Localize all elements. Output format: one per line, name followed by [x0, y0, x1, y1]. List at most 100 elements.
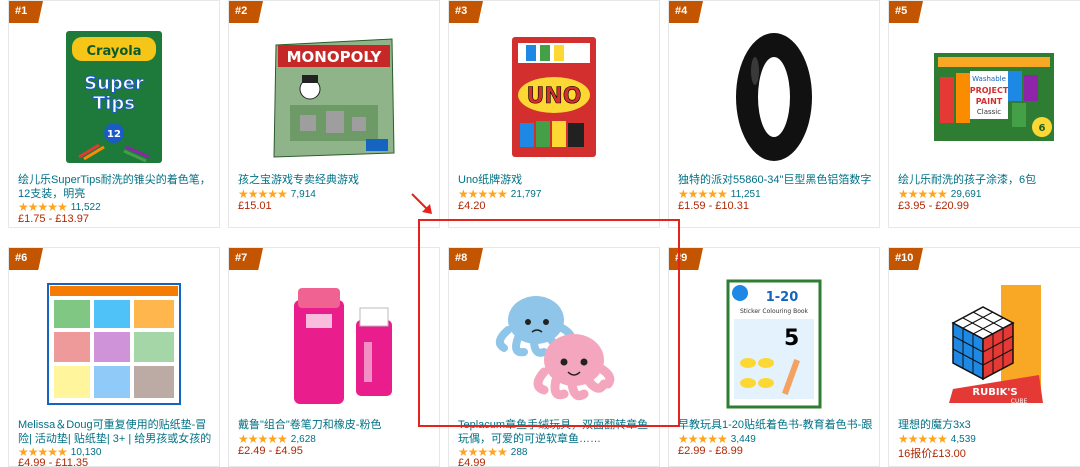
rubiks-cube-icon: RUBIK'S CUBE — [949, 285, 1043, 405]
rank-badge: #6 — [9, 248, 43, 270]
svg-text:Super: Super — [84, 73, 144, 94]
colouring-book-icon: 1-20 Sticker Colouring Book 5 — [726, 279, 822, 409]
product-card-4[interactable]: #4 独特的派对55860-34"巨型黑色铝箔数字0气球 ★★★★★ 11,25… — [668, 0, 880, 228]
svg-text:Tips: Tips — [93, 93, 135, 114]
product-title[interactable]: Melissa＆Doug可重复使用的贴纸垫-冒险| 活动垫| 贴纸垫| 3+ |… — [18, 418, 213, 446]
product-rating[interactable]: ★★★★★ 3,449 — [678, 432, 756, 446]
product-title[interactable]: 孩之宝游戏专卖经典游戏 — [238, 173, 433, 187]
rank-badge: #1 — [9, 1, 43, 23]
star-icons: ★★★★★ — [898, 187, 948, 201]
review-count[interactable]: 10,130 — [71, 447, 102, 458]
product-title[interactable]: 绘儿乐SuperTips耐洗的锥尖的着色笔，12支装，明亮 — [18, 173, 213, 201]
svg-text:Washable: Washable — [972, 75, 1006, 83]
product-card-1[interactable]: #1 Crayola Super Tips 12 绘儿乐SuperTips耐洗的… — [8, 0, 220, 228]
review-count[interactable]: 4,539 — [951, 434, 976, 445]
review-count[interactable]: 3,449 — [731, 434, 756, 445]
uno-box-icon: UNO — [512, 37, 596, 157]
product-price: £4.99 - £11.35 — [18, 457, 89, 467]
zero-balloon-icon — [736, 33, 812, 161]
svg-text:5: 5 — [784, 326, 799, 351]
review-count[interactable]: 2,628 — [291, 434, 316, 445]
product-image[interactable] — [449, 274, 659, 414]
product-rating[interactable]: ★★★★★ 11,522 — [18, 200, 101, 214]
crayola-markers-icon: Crayola Super Tips 12 — [66, 31, 162, 163]
star-icons: ★★★★★ — [678, 187, 728, 201]
svg-text:6: 6 — [1039, 123, 1046, 134]
product-image[interactable] — [229, 274, 439, 414]
product-title[interactable]: 戴鲁"组合"卷笔刀和橡皮-粉色 — [238, 418, 433, 432]
svg-text:MONOPOLY: MONOPOLY — [287, 48, 383, 66]
star-icons: ★★★★★ — [238, 432, 288, 446]
product-card-3[interactable]: #3 UNO Uno纸牌游戏 ★★★★★ 21,797 £4.20 — [448, 0, 660, 228]
product-title[interactable]: 理想的魔方3x3 — [898, 418, 1080, 432]
product-price: £2.49 - £4.95 — [238, 445, 303, 457]
bestseller-grid: #1 Crayola Super Tips 12 绘儿乐SuperTips耐洗的… — [0, 0, 1080, 467]
svg-text:PROJECT: PROJECT — [970, 86, 1009, 95]
pink-sharpener-icon — [294, 288, 392, 404]
product-rating[interactable]: ★★★★★ 4,539 — [898, 432, 976, 446]
product-title[interactable]: 独特的派对55860-34"巨型黑色铝箔数字0气球 — [678, 173, 873, 187]
star-icons: ★★★★★ — [458, 187, 508, 201]
product-price: £4.99 — [458, 457, 486, 467]
product-title[interactable]: 早教玩具1-20贴纸着色书-教育着色书-跟踪和书写…… — [678, 418, 873, 432]
svg-text:Crayola: Crayola — [87, 44, 142, 59]
star-icons: ★★★★★ — [238, 187, 288, 201]
product-image[interactable] — [9, 274, 219, 414]
svg-text:Classic: Classic — [977, 108, 1001, 116]
product-rating[interactable]: ★★★★★ 21,797 — [458, 187, 541, 201]
svg-text:CUBE: CUBE — [1011, 398, 1028, 405]
product-title[interactable]: 绘儿乐耐洗的孩子涂漆，6包 — [898, 173, 1080, 187]
monopoly-box-icon: MONOPOLY — [273, 38, 395, 158]
product-image[interactable]: UNO — [449, 27, 659, 167]
product-card-9[interactable]: #9 1-20 Sticker Colouring Book 5 早教玩具1-2… — [668, 247, 880, 467]
product-rating[interactable]: ★★★★★ 2,628 — [238, 432, 316, 446]
review-count[interactable]: 11,251 — [731, 189, 761, 200]
product-rating[interactable]: ★★★★★ 11,251 — [678, 187, 761, 201]
review-count[interactable]: 21,797 — [511, 189, 542, 200]
product-card-10[interactable]: #10 RUBIK'S CUBE 理想的魔方3x3 ★★★★★ 4,539 16… — [888, 247, 1080, 467]
rank-badge: #4 — [669, 1, 703, 23]
octopus-plush-icon — [495, 296, 615, 401]
product-rating[interactable]: ★★★★★ 7,914 — [238, 187, 316, 201]
rank-badge: #10 — [889, 248, 923, 270]
svg-text:12: 12 — [107, 129, 121, 140]
star-icons: ★★★★★ — [898, 432, 948, 446]
review-count[interactable]: 288 — [511, 447, 528, 458]
svg-text:1-20: 1-20 — [766, 290, 799, 305]
product-image[interactable]: Washable PROJECT PAINT Classic 6 — [889, 27, 1080, 167]
rank-badge: #9 — [669, 248, 703, 270]
review-count[interactable]: 29,691 — [951, 189, 982, 200]
product-price: £2.99 - £8.99 — [678, 445, 743, 457]
product-card-8[interactable]: #8 Teplacum章鱼手绒玩具，双面翻转章鱼玩偶，可爱的可逆软章鱼…… ★★… — [448, 247, 660, 467]
svg-text:UNO: UNO — [527, 84, 582, 109]
product-price: £1.75 - £13.97 — [18, 213, 89, 225]
product-price: £1.59 - £10.31 — [678, 200, 749, 212]
product-price: £3.95 - £20.99 — [898, 200, 969, 212]
rank-badge: #8 — [449, 248, 483, 270]
product-image[interactable]: RUBIK'S CUBE — [889, 274, 1080, 414]
paint-box-icon: Washable PROJECT PAINT Classic 6 — [934, 53, 1054, 141]
svg-text:PAINT: PAINT — [976, 97, 1003, 106]
product-card-6[interactable]: #6 Melissa＆Doug可重复使用的贴纸垫-冒险| 活动垫| 贴纸垫| 3… — [8, 247, 220, 467]
review-count[interactable]: 7,914 — [291, 189, 316, 200]
svg-text:RUBIK'S: RUBIK'S — [972, 387, 1017, 398]
rank-badge: #3 — [449, 1, 483, 23]
product-price: £4.20 — [458, 200, 486, 212]
product-title[interactable]: Uno纸牌游戏 — [458, 173, 653, 187]
product-image[interactable]: Crayola Super Tips 12 — [9, 27, 219, 167]
product-card-7[interactable]: #7 戴鲁"组合"卷笔刀和橡皮-粉色 ★★★★★ 2,628 £2.49 - £… — [228, 247, 440, 467]
product-card-5[interactable]: #5 Washable PROJECT PAINT Classic 6 绘儿乐耐… — [888, 0, 1080, 228]
product-image[interactable]: 1-20 Sticker Colouring Book 5 — [669, 274, 879, 414]
product-price: £15.01 — [238, 200, 272, 212]
product-image[interactable]: MONOPOLY — [229, 27, 439, 167]
annotation-arrow-icon — [411, 193, 432, 214]
product-price: 16报价£13.00 — [898, 448, 966, 460]
star-icons: ★★★★★ — [678, 432, 728, 446]
product-image[interactable] — [669, 27, 879, 167]
rank-badge: #2 — [229, 1, 263, 23]
svg-text:Sticker Colouring Book: Sticker Colouring Book — [740, 308, 809, 315]
product-rating[interactable]: ★★★★★ 29,691 — [898, 187, 981, 201]
rank-badge: #5 — [889, 1, 923, 23]
product-title[interactable]: Teplacum章鱼手绒玩具，双面翻转章鱼玩偶，可爱的可逆软章鱼…… — [458, 418, 653, 446]
review-count[interactable]: 11,522 — [71, 202, 101, 213]
